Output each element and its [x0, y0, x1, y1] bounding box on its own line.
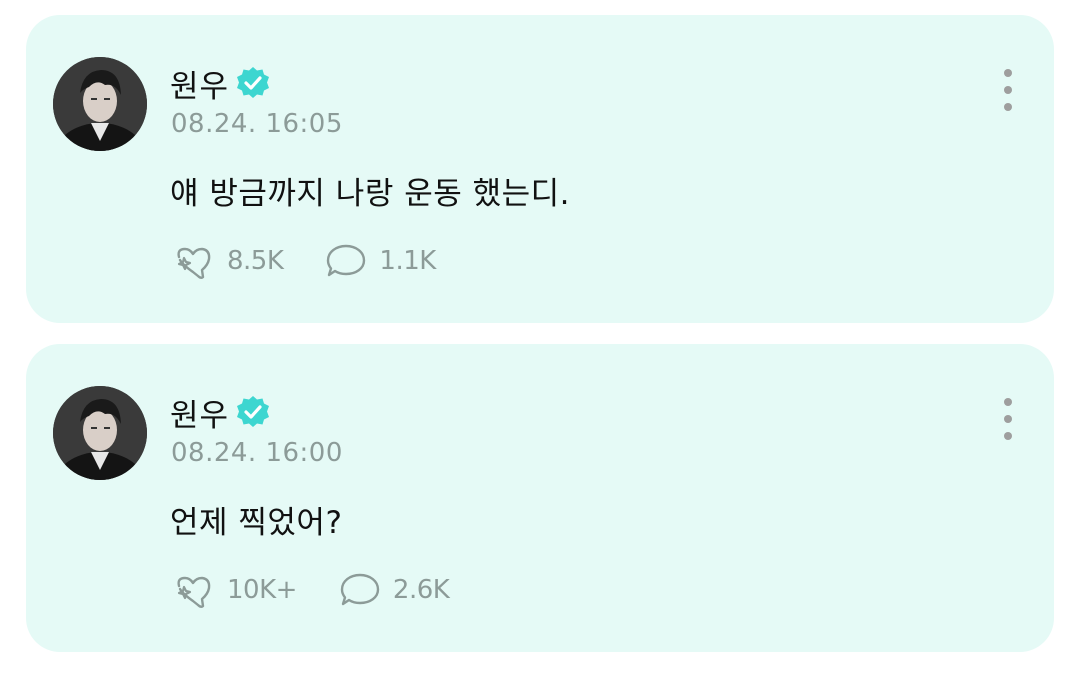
menu-dot — [1004, 69, 1012, 77]
avatar[interactable] — [53, 386, 147, 480]
author-name: 원우 — [170, 68, 230, 105]
like-button[interactable]: 8.5K — [171, 241, 284, 281]
menu-dot — [1004, 432, 1012, 440]
more-vertical-icon[interactable] — [996, 69, 1020, 111]
post-timestamp: 08.24. 16:00 — [171, 438, 343, 468]
post-actions: 10K+ 2.6K — [171, 570, 489, 610]
comment-button[interactable]: 1.1K — [323, 241, 436, 281]
menu-dot — [1004, 415, 1012, 423]
post-message: 얘 방금까지 나랑 운동 했는디. — [170, 176, 571, 212]
sparkle-heart-icon — [171, 241, 215, 281]
speech-bubble-icon — [323, 241, 367, 281]
author-name: 원우 — [170, 397, 230, 434]
like-count: 10K+ — [227, 575, 297, 605]
author-row: 원우 — [170, 390, 271, 434]
post-message: 언제 찍었어? — [170, 505, 343, 541]
post-actions: 8.5K 1.1K — [171, 241, 476, 281]
comment-count: 2.6K — [392, 575, 450, 605]
author-row: 원우 — [170, 61, 271, 105]
menu-dot — [1004, 398, 1012, 406]
comment-button[interactable]: 2.6K — [337, 570, 450, 610]
like-count: 8.5K — [227, 246, 284, 276]
post-timestamp: 08.24. 16:05 — [171, 109, 343, 139]
post-card[interactable]: 원우 08.24. 16:05 얘 방금까지 나랑 운동 했는디. 8.5K 1… — [26, 15, 1054, 323]
post-card[interactable]: 원우 08.24. 16:00 언제 찍었어? 10K+ 2.6K — [26, 344, 1054, 652]
menu-dot — [1004, 86, 1012, 94]
sparkle-heart-icon — [171, 570, 215, 610]
menu-dot — [1004, 103, 1012, 111]
like-button[interactable]: 10K+ — [171, 570, 297, 610]
speech-bubble-icon — [337, 570, 381, 610]
verified-badge-icon — [235, 394, 271, 430]
avatar[interactable] — [53, 57, 147, 151]
comment-count: 1.1K — [379, 246, 436, 276]
verified-badge-icon — [235, 65, 271, 101]
more-vertical-icon[interactable] — [996, 398, 1020, 440]
